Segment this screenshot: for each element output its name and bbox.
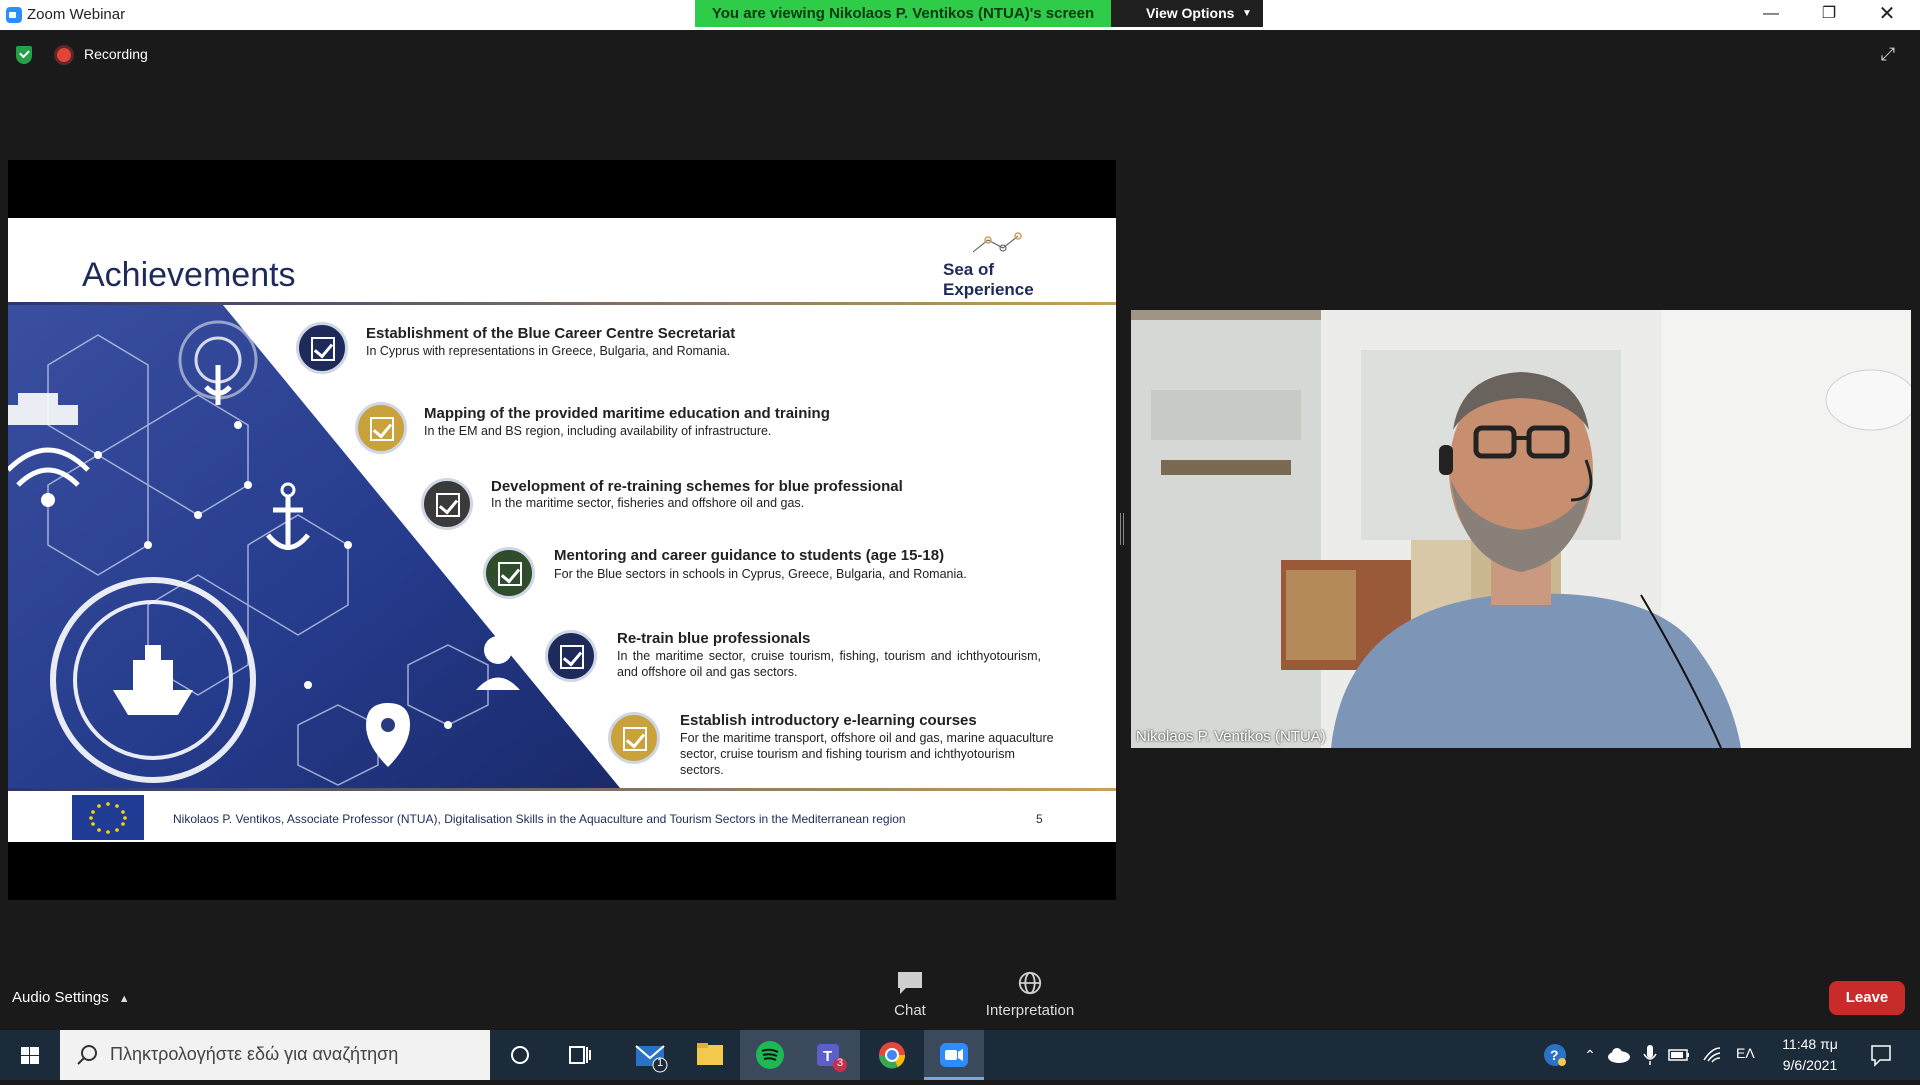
security-shield-icon[interactable] [16,46,32,64]
logo-experience: Experience [943,280,1034,299]
taskbar-search-input[interactable]: Πληκτρολογήστε εδώ για αναζήτηση [60,1030,490,1080]
chrome-icon[interactable] [862,1030,922,1080]
svg-text:?: ? [1550,1047,1559,1063]
mail-icon[interactable]: 1 [620,1030,680,1080]
globe-icon [1018,971,1042,995]
logo-of: of [977,260,995,279]
search-icon [77,1045,97,1065]
clock-date: 9/6/2021 [1782,1057,1838,1073]
windows-taskbar: Πληκτρολογήστε εδώ για αναζήτηση 1 T 3 ?… [0,1030,1920,1080]
view-options-label: View Options [1146,5,1235,21]
window-title: Zoom Webinar [27,6,126,23]
teams-badge: 3 [837,1057,844,1069]
notifications-icon[interactable] [1866,1030,1896,1080]
onedrive-icon[interactable] [1606,1030,1632,1080]
item-title: Establish introductory e-learning course… [680,712,977,729]
teams-icon[interactable]: T 3 [800,1030,860,1080]
interpretation-button[interactable]: Interpretation [968,970,1092,1019]
logo-graphic [972,232,1022,253]
title-bar: Zoom Webinar You are viewing Nikolaos P.… [0,0,1920,30]
close-icon[interactable]: ✕ [1864,0,1910,30]
zoom-icon[interactable] [924,1030,984,1080]
eu-flag-icon [72,795,144,840]
view-options-button[interactable]: View Options ▼ [1111,0,1263,27]
audio-settings-label: Audio Settings [12,989,109,1006]
shared-screen: Achievements Sea of Experience Establish… [8,160,1116,900]
checkbox-icon [421,478,473,530]
mail-badge: 1 [657,1057,664,1069]
slide-footer-text: Nikolaos P. Ventikos, Associate Professo… [173,812,906,826]
svg-text:T: T [823,1048,832,1065]
maritime-graphic-panel [8,305,620,788]
audio-settings-button[interactable]: Audio Settings ▲ [12,989,130,1006]
search-placeholder: Πληκτρολογήστε εδώ για αναζήτηση [110,1044,399,1064]
start-button[interactable] [0,1030,60,1080]
checkbox-icon [545,630,597,682]
battery-icon[interactable] [1666,1030,1692,1080]
microphone-icon[interactable] [1640,1030,1660,1080]
checkbox-icon [355,402,407,454]
item-title: Development of re-training schemes for b… [491,478,903,495]
leave-button[interactable]: Leave [1829,981,1905,1015]
split-divider-handle[interactable] [1120,513,1124,545]
checkbox-icon [296,322,348,374]
minimize-icon[interactable]: — [1748,0,1794,30]
chevron-down-icon: ▼ [1242,8,1252,19]
participant-name-label: Nikolaos P. Ventikos (NTUA) [1136,728,1326,745]
item-description: In the maritime sector, fisheries and of… [491,496,805,510]
system-clock[interactable]: 11:48 πμ 9/6/2021 [1770,1034,1850,1076]
restore-icon[interactable]: ❐ [1806,0,1852,30]
input-language[interactable]: ΕΛ [1736,1045,1755,1061]
presentation-slide: Achievements Sea of Experience Establish… [8,218,1116,842]
wifi-icon[interactable] [1700,1030,1724,1080]
zoom-app-icon [6,7,22,23]
windows-icon [21,1047,39,1064]
slide-page-number: 5 [1036,812,1043,826]
recording-label: Recording [84,46,148,62]
item-description: For the Blue sectors in schools in Cypru… [554,567,967,581]
clock-time: 11:48 πμ [1782,1036,1838,1052]
participant-video[interactable] [1131,310,1911,748]
item-description: In Cyprus with representations in Greece… [366,344,731,358]
checkbox-icon [483,547,535,599]
slide-title: Achievements [82,256,296,294]
task-view-icon[interactable] [550,1030,610,1080]
logo-sea: Sea [943,260,974,279]
chevron-up-icon[interactable]: ⌃ [1580,1030,1600,1080]
viewing-banner: You are viewing Nikolaos P. Ventikos (NT… [695,0,1111,27]
video-frame [1131,310,1911,748]
chat-label: Chat [894,1002,926,1019]
spotify-icon[interactable] [740,1030,800,1080]
cortana-icon[interactable] [490,1030,550,1080]
footer-divider [8,788,1116,791]
chevron-up-icon: ▲ [118,993,130,1005]
item-title: Mapping of the provided maritime educati… [424,405,830,422]
file-explorer-icon[interactable] [680,1030,740,1080]
item-title: Re-train blue professionals [617,630,811,647]
checkbox-icon [608,712,660,764]
item-description: In the maritime sector, cruise tourism, … [617,649,1041,679]
interpretation-label: Interpretation [985,1002,1075,1019]
item-title: Mentoring and career guidance to student… [554,547,945,564]
help-icon[interactable]: ? [1540,1030,1570,1080]
recording-icon [57,48,71,62]
chat-icon [898,972,922,994]
item-description: In the EM and BS region, including avail… [424,424,772,438]
sea-of-experience-logo: Sea of Experience [943,230,1053,299]
chat-button[interactable]: Chat [880,970,940,1019]
item-description: For the maritime transport, offshore oil… [680,731,1054,777]
item-title: Establishment of the Blue Career Centre … [366,325,736,342]
fullscreen-icon[interactable]: ⤢ [1878,44,1898,64]
